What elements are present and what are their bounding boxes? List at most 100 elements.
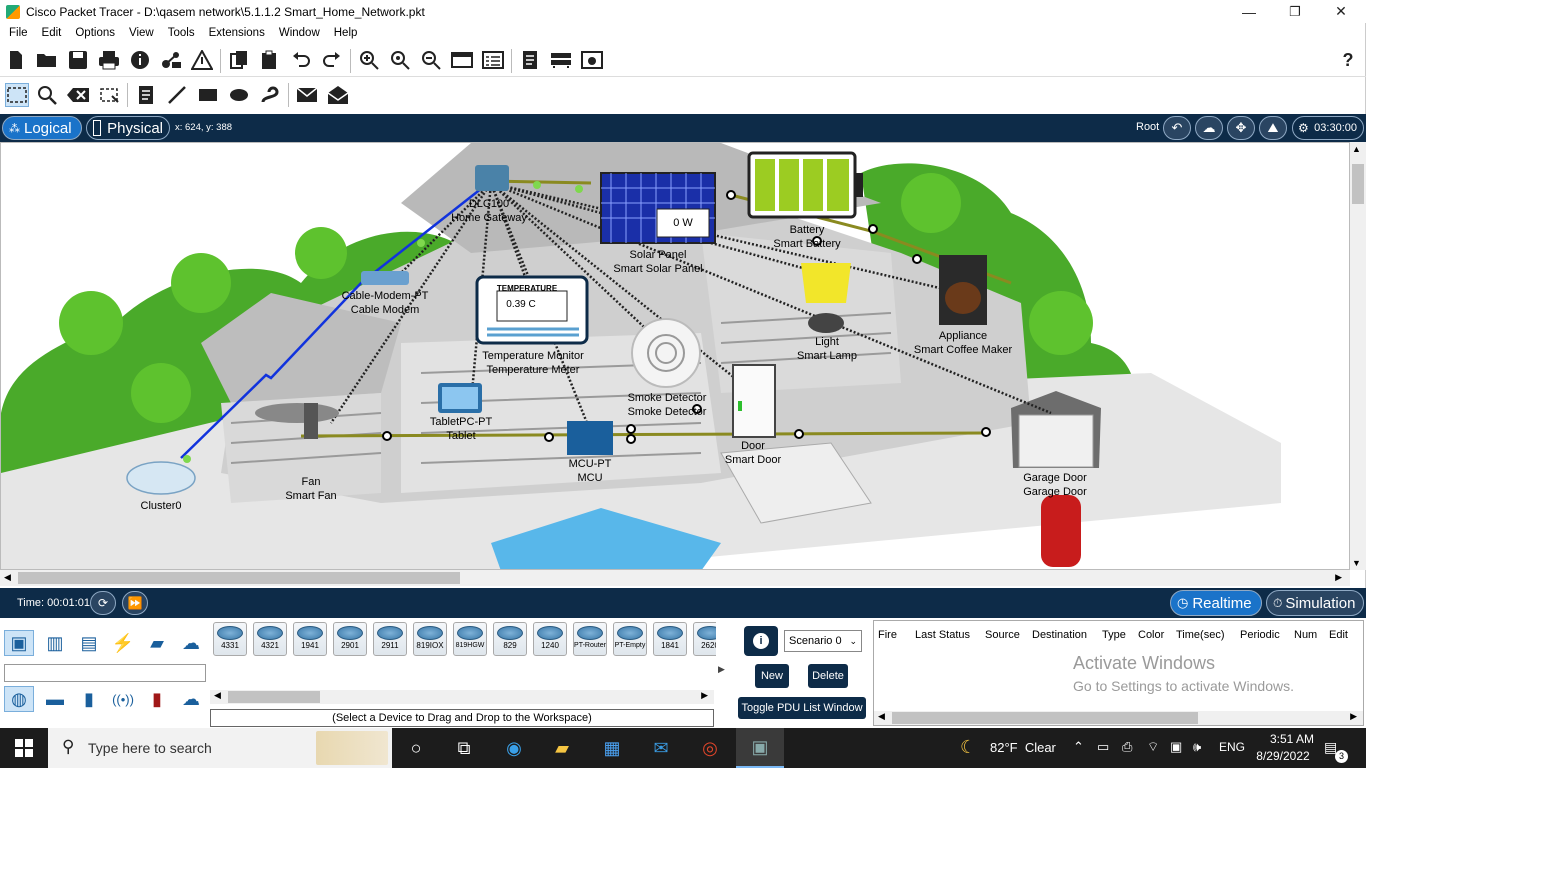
menu-extensions[interactable]: Extensions	[204, 24, 274, 42]
logical-workspace[interactable]: DLC100 Home Gateway Solar Panel Smart So…	[0, 142, 1350, 570]
tab-physical[interactable]: Physical	[86, 116, 170, 140]
column-fire[interactable]: Fire	[878, 629, 897, 641]
menu-window[interactable]: Window	[274, 24, 329, 42]
scroll-left-icon[interactable]: ◀	[878, 711, 885, 722]
model-list-scroll-thumb[interactable]	[228, 691, 320, 703]
smart-door-label[interactable]: Door Smart Door	[725, 439, 781, 467]
scenario-select[interactable]: Scenario 0 ⌄	[784, 630, 862, 652]
components-category-icon[interactable]: ▤	[74, 630, 104, 656]
router-819iox[interactable]: 819IOX	[413, 622, 447, 656]
column-last-status[interactable]: Last Status	[915, 629, 970, 641]
zoom-in-icon[interactable]	[357, 48, 381, 72]
draw-rectangle-icon[interactable]	[196, 83, 220, 107]
scroll-up-icon[interactable]: ▲	[1352, 144, 1361, 154]
routers-subcategory-icon[interactable]: ◍	[4, 686, 34, 712]
new-scenario-button[interactable]: New	[755, 664, 789, 688]
scroll-right-icon[interactable]: ▶	[701, 690, 708, 701]
microsoft-store-icon[interactable]: ▦	[588, 728, 636, 768]
cortana-icon[interactable]: ○	[392, 728, 440, 768]
inspect-icon[interactable]	[35, 83, 59, 107]
security-subcategory-icon[interactable]: ▮	[142, 686, 172, 712]
tab-logical[interactable]: ⁂ Logical	[2, 116, 82, 140]
garage-door-label[interactable]: Garage Door Garage Door	[1023, 471, 1087, 499]
battery-icon[interactable]: ▭	[1097, 739, 1109, 755]
image-viewer-icon[interactable]	[580, 48, 604, 72]
volume-icon[interactable]: 🕪	[1193, 739, 1201, 755]
back-arrow-icon[interactable]: ↶	[1163, 116, 1191, 140]
router-pt-router[interactable]: PT-Router	[573, 622, 607, 656]
router-2911[interactable]: 2911	[373, 622, 407, 656]
new-cluster-icon[interactable]: ☁	[1195, 116, 1223, 140]
router-4331[interactable]: 4331	[213, 622, 247, 656]
menu-help[interactable]: Help	[329, 24, 367, 42]
mail-icon[interactable]: ✉	[637, 728, 685, 768]
router-2620[interactable]: 2620	[693, 622, 716, 656]
file-explorer-icon[interactable]: ▰	[538, 728, 586, 768]
undo-icon[interactable]	[289, 48, 313, 72]
network-icon[interactable]: ▣	[1170, 739, 1182, 755]
menu-view[interactable]: View	[124, 24, 163, 42]
temperature-monitor-label[interactable]: Temperature Monitor Temperature Meter	[482, 349, 584, 377]
copy-icon[interactable]	[227, 48, 251, 72]
scroll-right-icon[interactable]: ▶	[1350, 711, 1357, 722]
close-button[interactable]: ✕	[1318, 0, 1364, 23]
multiuser-category-icon[interactable]: ☁	[176, 630, 206, 656]
router-pt-empty[interactable]: PT-Empty	[613, 622, 647, 656]
select-icon[interactable]	[5, 83, 29, 107]
cluster-label[interactable]: Cluster0	[141, 499, 182, 513]
edge-browser-icon[interactable]: ◉	[490, 728, 538, 768]
router-819hgw[interactable]: 819HGW	[453, 622, 487, 656]
add-complex-pdu-icon[interactable]	[326, 83, 350, 107]
open-folder-icon[interactable]	[35, 48, 59, 72]
column-color[interactable]: Color	[1138, 629, 1164, 641]
tablet-label[interactable]: TabletPC-PT Tablet	[430, 415, 492, 443]
menu-tools[interactable]: Tools	[163, 24, 204, 42]
set-background-icon[interactable]: ⛰	[1259, 116, 1287, 140]
viewport-clock[interactable]: ⚙ 03:30:00	[1292, 116, 1364, 140]
vertical-scroll-thumb[interactable]	[1352, 164, 1364, 204]
taskbar-date[interactable]: 8/29/2022	[1253, 749, 1313, 763]
home-gateway-label[interactable]: DLC100 Home Gateway	[451, 197, 527, 225]
cable-modem-label[interactable]: Cable-Modem-PT Cable Modem	[342, 289, 429, 317]
router-1941[interactable]: 1941	[293, 622, 327, 656]
scroll-down-icon[interactable]: ▼	[1352, 558, 1361, 568]
print-icon[interactable]	[97, 48, 121, 72]
menu-file[interactable]: File	[4, 24, 37, 42]
network-devices-category-icon[interactable]: ▣	[4, 630, 34, 656]
connections-category-icon[interactable]: ⚡	[108, 630, 138, 656]
redo-icon[interactable]	[320, 48, 344, 72]
packet-tracer-taskbar-icon[interactable]: ▣	[736, 728, 784, 768]
pdu-list-scrollbar[interactable]: ◀ ▶	[874, 711, 1363, 725]
devices-dialog-icon[interactable]	[549, 48, 573, 72]
wifi-icon[interactable]: ⌔	[1147, 739, 1159, 755]
windows-start-icon[interactable]	[0, 728, 48, 768]
resize-shape-icon[interactable]	[97, 83, 121, 107]
draw-ellipse-icon[interactable]	[227, 83, 251, 107]
power-cycle-icon[interactable]: ⟳	[90, 591, 116, 615]
column-num[interactable]: Num	[1294, 629, 1317, 641]
switches-subcategory-icon[interactable]: ▬	[40, 686, 70, 712]
smoke-detector-label[interactable]: Smoke Detector Smoke Detector	[628, 391, 707, 419]
activity-wizard-icon[interactable]	[190, 48, 214, 72]
delete-icon[interactable]	[66, 83, 90, 107]
place-note-icon[interactable]	[134, 83, 158, 107]
model-list-scrollbar[interactable]: ◀ ▶	[210, 690, 714, 704]
restore-button[interactable]: ❐	[1272, 0, 1318, 23]
router-1240[interactable]: 1240	[533, 622, 567, 656]
fast-forward-icon[interactable]: ⏩	[122, 591, 148, 615]
wireless-subcategory-icon[interactable]: ((•))	[108, 686, 138, 712]
miscellaneous-category-icon[interactable]: ▰	[142, 630, 172, 656]
column-type[interactable]: Type	[1102, 629, 1126, 641]
network-info-icon[interactable]	[159, 48, 183, 72]
mcu-label[interactable]: MCU-PT MCU	[569, 457, 612, 485]
realtime-mode-button[interactable]: ◷ Realtime	[1170, 590, 1262, 616]
chrome-icon[interactable]: ◎	[686, 728, 734, 768]
info-icon[interactable]	[128, 48, 152, 72]
menu-options[interactable]: Options	[70, 24, 124, 42]
simulation-mode-button[interactable]: ⏱ Simulation	[1266, 590, 1364, 616]
smart-lamp-label[interactable]: Light Smart Lamp	[797, 335, 857, 363]
palette-icon[interactable]	[450, 48, 474, 72]
wan-emulation-subcategory-icon[interactable]: ☁	[176, 686, 206, 712]
pdu-list-scroll-thumb[interactable]	[892, 712, 1198, 724]
freeform-icon[interactable]	[258, 83, 282, 107]
